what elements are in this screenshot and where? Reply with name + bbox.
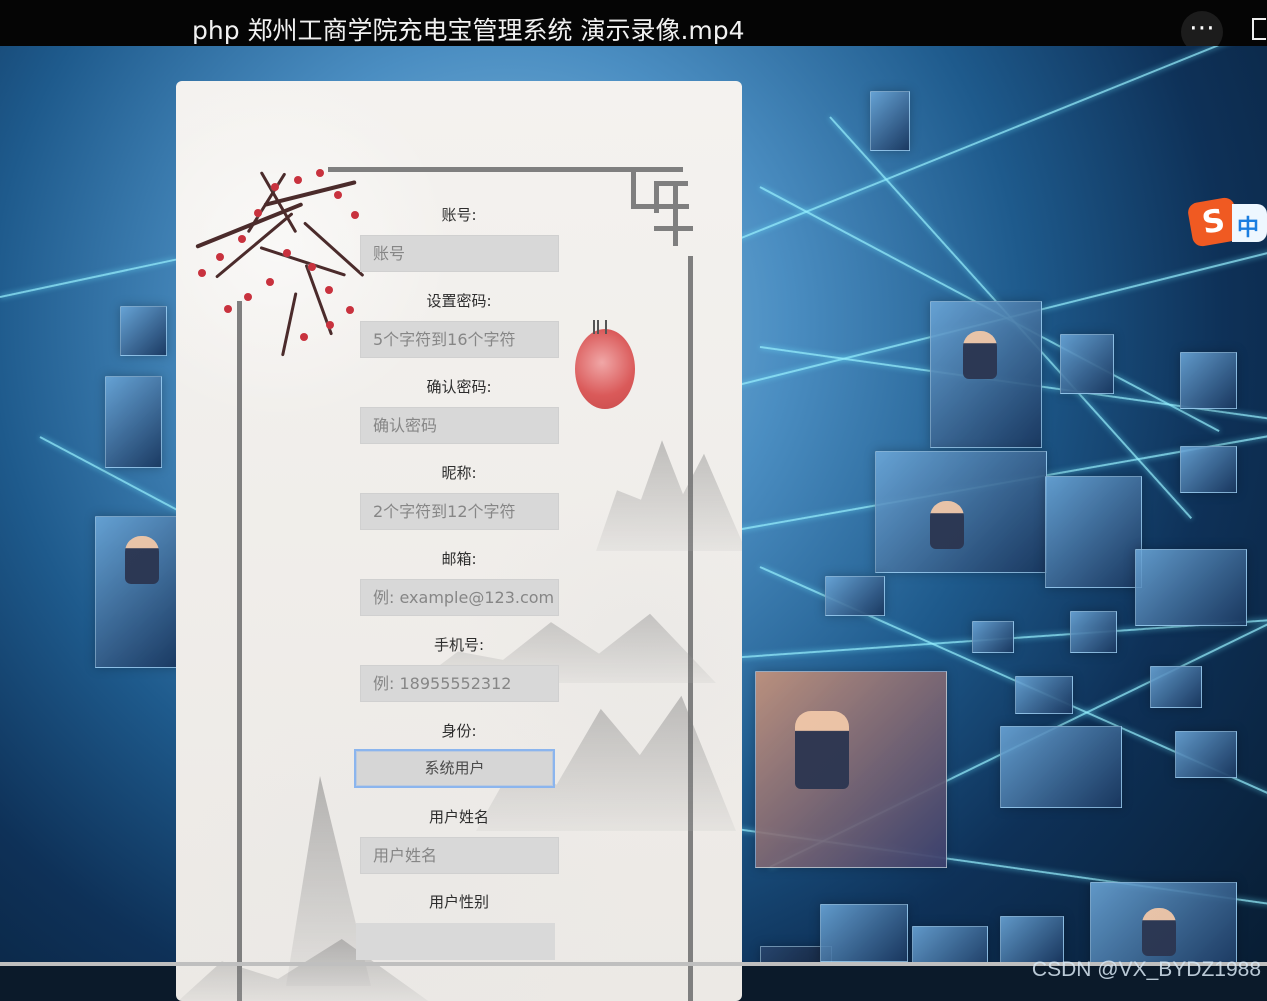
ime-indicator[interactable]: S 中 bbox=[1186, 196, 1267, 248]
user-name-label: 用户姓名 bbox=[428, 808, 489, 826]
frame-ornament bbox=[631, 167, 636, 209]
video-thumbnail bbox=[1150, 666, 1202, 708]
plum-blossom bbox=[346, 306, 354, 314]
confirm-password-label: 确认密码: bbox=[426, 378, 492, 396]
plum-blossom bbox=[300, 333, 308, 341]
video-title: php 郑州工商学院充电宝管理系统 演示录像.mp4 bbox=[192, 16, 745, 45]
plum-blossom bbox=[351, 211, 359, 219]
video-top-bar: php 郑州工商学院充电宝管理系统 演示录像.mp4 ⋯ bbox=[0, 0, 1267, 53]
plum-blossom bbox=[316, 169, 324, 177]
frame-ornament bbox=[654, 181, 659, 213]
email-label: 邮箱: bbox=[441, 550, 477, 568]
role-select[interactable]: 系统用户 bbox=[354, 749, 555, 788]
user-gender-input[interactable] bbox=[356, 923, 555, 960]
watermark: CSDN @VX_BYDZ1988 bbox=[1031, 958, 1261, 981]
registration-form-panel: 账号: 账号 设置密码: 5个字符到16个字符 确认密码: 确认密码 昵称: 2… bbox=[176, 81, 742, 1001]
phone-input[interactable]: 例: 18955552312 bbox=[360, 665, 559, 702]
password-label: 设置密码: bbox=[426, 292, 492, 310]
red-sun-decoration bbox=[575, 329, 635, 409]
video-thumbnail bbox=[1015, 676, 1073, 714]
phone-label: 手机号: bbox=[433, 636, 485, 654]
thumbnail-person bbox=[963, 331, 997, 379]
video-thumbnail bbox=[1000, 916, 1064, 963]
plum-blossom bbox=[325, 286, 333, 294]
frame-right-line bbox=[688, 256, 693, 1001]
plum-blossom bbox=[238, 235, 246, 243]
frame-ornament bbox=[631, 204, 689, 209]
video-thumbnail bbox=[820, 904, 908, 962]
plum-blossom bbox=[334, 191, 342, 199]
thumbnail-person bbox=[1142, 908, 1176, 956]
password-input[interactable]: 5个字符到16个字符 bbox=[360, 321, 559, 358]
edge-window-icon bbox=[1252, 18, 1266, 40]
video-thumbnail bbox=[1175, 731, 1237, 778]
video-thumbnail bbox=[1180, 446, 1237, 493]
thumbnail-person bbox=[795, 711, 849, 789]
nickname-input[interactable]: 2个字符到12个字符 bbox=[360, 493, 559, 530]
video-thumbnail bbox=[912, 926, 988, 963]
plum-blossom bbox=[266, 278, 274, 286]
light-streak bbox=[0, 258, 177, 298]
thumbnail-person bbox=[125, 536, 159, 584]
plum-blossom bbox=[271, 183, 279, 191]
video-thumbnail bbox=[755, 671, 947, 868]
plum-blossom bbox=[294, 176, 302, 184]
video-thumbnail bbox=[825, 576, 885, 616]
account-label: 账号: bbox=[441, 206, 477, 224]
nickname-label: 昵称: bbox=[441, 464, 477, 482]
plum-blossom bbox=[224, 305, 232, 313]
text-cursor-icon bbox=[593, 320, 607, 334]
plum-blossom bbox=[198, 269, 206, 277]
video-thumbnail bbox=[1045, 476, 1142, 588]
plum-blossom bbox=[244, 293, 252, 301]
video-thumbnail bbox=[1135, 549, 1247, 626]
frame-left-line bbox=[237, 301, 242, 1001]
plum-blossom bbox=[283, 249, 291, 257]
video-thumbnail bbox=[1070, 611, 1117, 653]
role-label: 身份: bbox=[441, 722, 477, 740]
video-thumbnail bbox=[870, 91, 910, 151]
ellipsis-icon: ⋯ bbox=[1189, 13, 1215, 43]
video-thumbnail bbox=[120, 306, 167, 356]
email-input[interactable]: 例: example@123.com bbox=[360, 579, 559, 616]
frame-top-line bbox=[328, 167, 683, 172]
user-gender-label: 用户性别 bbox=[428, 893, 489, 911]
confirm-password-input[interactable]: 确认密码 bbox=[360, 407, 559, 444]
frame-ornament bbox=[673, 181, 678, 246]
frame-ornament bbox=[654, 181, 688, 186]
video-thumbnail bbox=[972, 621, 1014, 653]
thumbnail-person bbox=[930, 501, 964, 549]
plum-blossom bbox=[254, 209, 262, 217]
video-thumbnail bbox=[1060, 334, 1114, 394]
plum-blossom bbox=[326, 321, 334, 329]
video-thumbnail bbox=[1000, 726, 1122, 808]
account-input[interactable]: 账号 bbox=[360, 235, 559, 272]
plum-blossom bbox=[216, 253, 224, 261]
video-thumbnail bbox=[1180, 352, 1237, 409]
user-name-input[interactable]: 用户姓名 bbox=[360, 837, 559, 874]
plum-blossom bbox=[308, 263, 316, 271]
video-thumbnail bbox=[105, 376, 162, 468]
ime-mode-label: 中 bbox=[1237, 216, 1260, 241]
frame-ornament bbox=[654, 226, 693, 231]
